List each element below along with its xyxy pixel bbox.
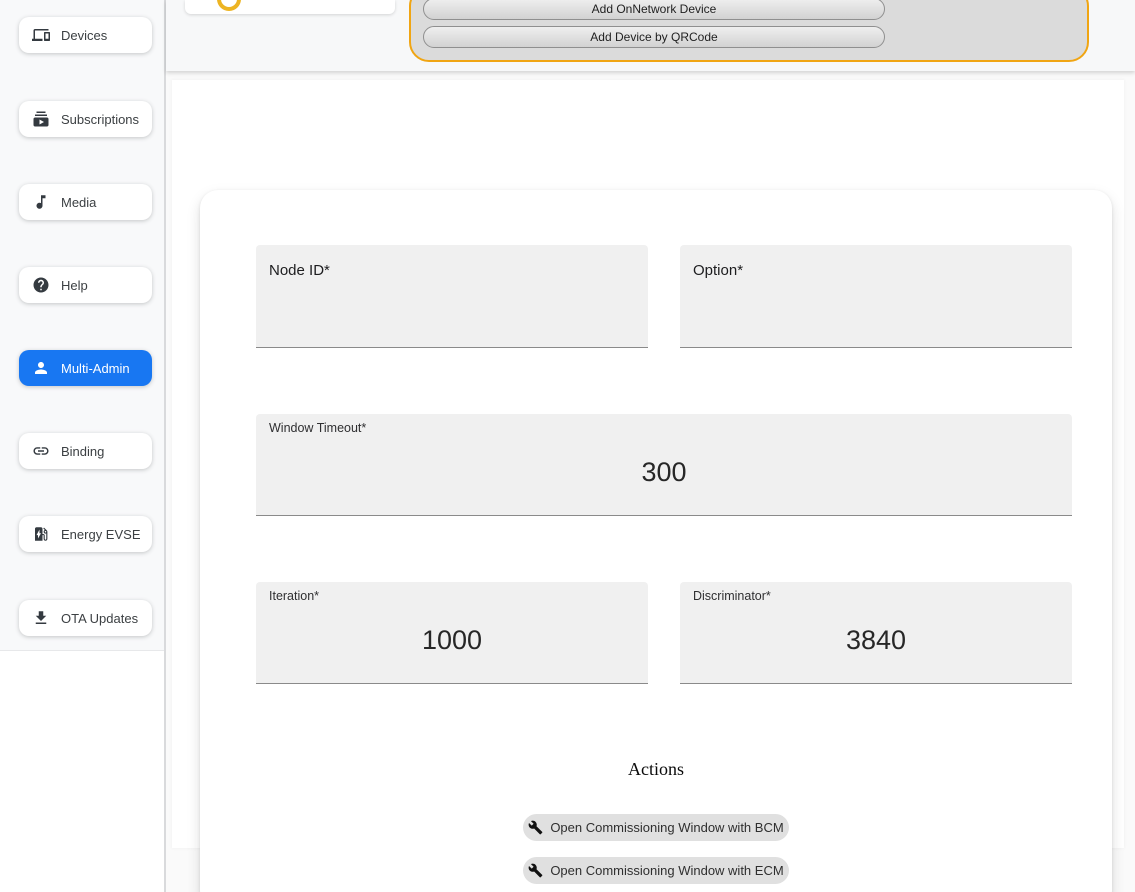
ev-station-icon — [32, 525, 50, 543]
wrench-icon — [528, 863, 543, 878]
sidebar-item-ota-updates[interactable]: OTA Updates — [19, 600, 152, 636]
sidebar-item-label: Subscriptions — [61, 112, 139, 127]
discriminator-label: Discriminator* — [693, 589, 771, 603]
device-avatar — [217, 0, 241, 11]
main-area: Add OnNetwork Device Add Device by QRCod… — [166, 0, 1135, 892]
add-onnetwork-device-button[interactable]: Add OnNetwork Device — [423, 0, 885, 20]
help-icon — [32, 276, 50, 294]
sidebar-item-subscriptions[interactable]: Subscriptions — [19, 101, 152, 137]
open-commissioning-window-ecm-button[interactable]: Open Commissioning Window with ECM — [523, 857, 789, 884]
window-timeout-value: 300 — [256, 458, 1072, 488]
sidebar: Devices Subscriptions Media Help Multi-A… — [0, 0, 164, 892]
device-card-partial — [185, 0, 395, 14]
sidebar-item-label: OTA Updates — [61, 611, 138, 626]
download-icon — [32, 609, 50, 627]
music-note-icon — [32, 193, 50, 211]
content-card: Node ID* Option* Window Timeout* 300 Ite… — [172, 80, 1124, 848]
window-timeout-label: Window Timeout* — [269, 421, 366, 435]
discriminator-field[interactable]: Discriminator* 3840 — [680, 582, 1072, 684]
sidebar-item-label: Binding — [61, 444, 104, 459]
window-timeout-field[interactable]: Window Timeout* 300 — [256, 414, 1072, 516]
sidebar-item-label: Multi-Admin — [61, 361, 130, 376]
add-device-by-qrcode-button[interactable]: Add Device by QRCode — [423, 26, 885, 48]
link-icon — [32, 442, 50, 460]
add-device-by-qrcode-label: Add Device by QRCode — [590, 30, 717, 44]
wrench-icon — [528, 820, 543, 835]
node-id-field[interactable]: Node ID* — [256, 245, 648, 348]
node-id-label: Node ID* — [269, 262, 330, 279]
add-onnetwork-device-label: Add OnNetwork Device — [592, 2, 717, 16]
subscriptions-icon — [32, 110, 50, 128]
person-icon — [32, 359, 50, 377]
sidebar-background — [0, 0, 164, 651]
option-field[interactable]: Option* — [680, 245, 1072, 348]
open-commissioning-window-ecm-label: Open Commissioning Window with ECM — [550, 863, 783, 878]
sidebar-item-label: Media — [61, 195, 96, 210]
iteration-value: 1000 — [256, 626, 648, 656]
actions-heading: Actions — [200, 759, 1112, 780]
sidebar-item-multi-admin[interactable]: Multi-Admin — [19, 350, 152, 386]
sidebar-item-label: Help — [61, 278, 88, 293]
open-commissioning-window-bcm-button[interactable]: Open Commissioning Window with BCM — [523, 814, 789, 841]
option-label: Option* — [693, 262, 743, 279]
iteration-label: Iteration* — [269, 589, 319, 603]
iteration-field[interactable]: Iteration* 1000 — [256, 582, 648, 684]
multi-admin-form-card: Node ID* Option* Window Timeout* 300 Ite… — [200, 190, 1112, 892]
add-device-panel: Add OnNetwork Device Add Device by QRCod… — [409, 0, 1089, 62]
sidebar-item-label: Devices — [61, 28, 107, 43]
sidebar-item-devices[interactable]: Devices — [19, 17, 152, 53]
topbar: Add OnNetwork Device Add Device by QRCod… — [166, 0, 1135, 71]
sidebar-item-label: Energy EVSE — [61, 527, 141, 542]
devices-icon — [32, 26, 50, 44]
sidebar-item-binding[interactable]: Binding — [19, 433, 152, 469]
sidebar-item-energy-evse[interactable]: Energy EVSE — [19, 516, 152, 552]
page: Devices Subscriptions Media Help Multi-A… — [0, 0, 1135, 892]
sidebar-item-help[interactable]: Help — [19, 267, 152, 303]
open-commissioning-window-bcm-label: Open Commissioning Window with BCM — [550, 820, 783, 835]
discriminator-value: 3840 — [680, 626, 1072, 656]
sidebar-item-media[interactable]: Media — [19, 184, 152, 220]
